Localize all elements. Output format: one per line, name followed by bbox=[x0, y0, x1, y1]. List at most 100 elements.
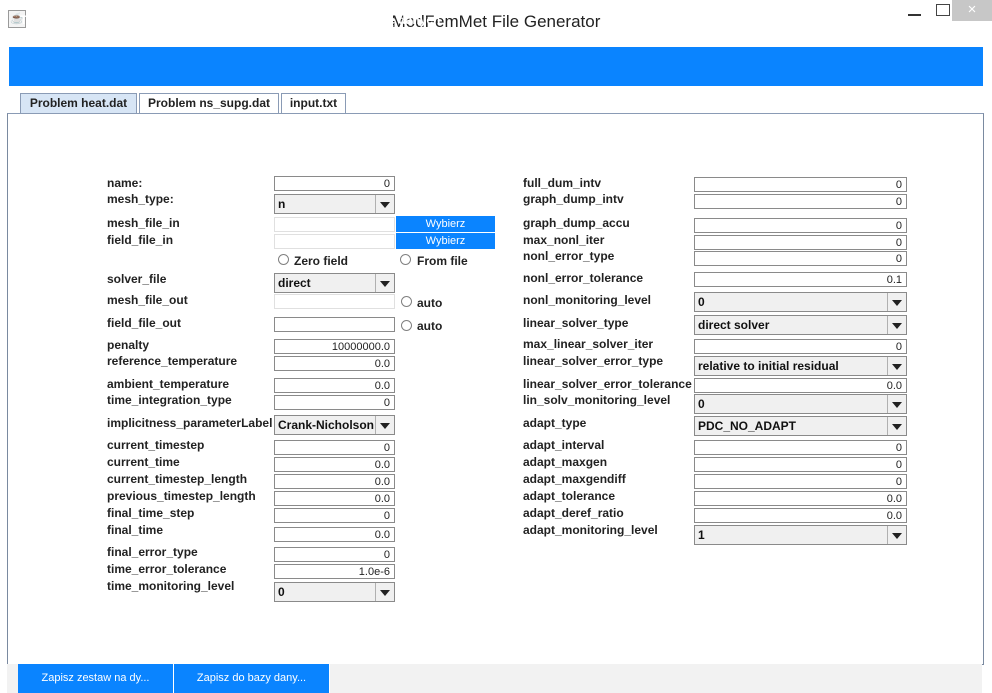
nonl-error-tolerance-label: nonl_error_tolerance bbox=[523, 271, 644, 285]
adapt-type-select[interactable]: PDC_NO_ADAPT bbox=[694, 416, 907, 436]
final-time-step-input[interactable]: 0 bbox=[274, 508, 395, 523]
adapt-deref-ratio-label: adapt_deref_ratio bbox=[523, 506, 624, 520]
mesh-file-out-input[interactable] bbox=[274, 294, 395, 309]
field-file-out-label: field_file_out bbox=[107, 316, 182, 330]
current-timestep-input[interactable]: 0 bbox=[274, 440, 395, 455]
mesh-file-out-auto-radio[interactable] bbox=[401, 296, 412, 307]
current-timestep-length-label: current_timestep_length bbox=[107, 472, 248, 486]
time-integration-type-label: time_integration_type bbox=[107, 393, 232, 407]
time-error-tolerance-label: time_error_tolerance bbox=[107, 562, 227, 576]
max-linear-solver-iter-label: max_linear_solver_iter bbox=[523, 337, 654, 351]
current-timestep-label: current_timestep bbox=[107, 438, 205, 452]
adapt-tolerance-input[interactable]: 0.0 bbox=[694, 491, 907, 506]
adapt-maxgendiff-input[interactable]: 0 bbox=[694, 474, 907, 489]
current-timestep-length-input[interactable]: 0.0 bbox=[274, 474, 395, 489]
chevron-down-icon bbox=[887, 395, 906, 413]
time-monitoring-level-select[interactable]: 0 bbox=[274, 582, 395, 602]
penalty-input[interactable]: 10000000.0 bbox=[274, 339, 395, 354]
max-nonl-iter-input[interactable]: 0 bbox=[694, 235, 907, 250]
nonl-error-type-input[interactable]: 0 bbox=[694, 251, 907, 266]
nonl-monitoring-level-select[interactable]: 0 bbox=[694, 292, 907, 312]
field-file-in-pick-button[interactable]: Wybierz bbox=[396, 233, 495, 249]
full-dum-intv-label: full_dum_intv bbox=[523, 176, 602, 190]
time-error-tolerance-input[interactable]: 1.0e-6 bbox=[274, 564, 395, 579]
field-file-out-input[interactable] bbox=[274, 317, 395, 332]
time-monitoring-level-value: 0 bbox=[278, 585, 285, 599]
name-label: name: bbox=[107, 176, 143, 190]
chevron-down-icon bbox=[375, 274, 394, 292]
previous-timestep-length-input[interactable]: 0.0 bbox=[274, 491, 395, 506]
mesh-file-in-input[interactable] bbox=[274, 217, 395, 232]
linear-solver-error-type-select[interactable]: relative to initial residual bbox=[694, 356, 907, 376]
chevron-down-icon bbox=[375, 583, 394, 601]
penalty-label: penalty bbox=[107, 338, 150, 352]
adapt-maxgen-label: adapt_maxgen bbox=[523, 455, 608, 469]
tab-input-txt[interactable]: input.txt bbox=[281, 93, 346, 113]
adapt-monitoring-level-value: 1 bbox=[698, 528, 705, 542]
menu-help[interactable]: Pomoc bbox=[816, 13, 856, 27]
nonl-monitoring-level-label: nonl_monitoring_level bbox=[523, 293, 652, 307]
graph-dump-intv-input[interactable]: 0 bbox=[694, 194, 907, 209]
reference-temperature-input[interactable]: 0.0 bbox=[274, 356, 395, 371]
implicitness-parameter-label: implicitness_parameterLabel bbox=[107, 416, 273, 430]
menu-browse-database[interactable]: Przeglądaj bazę danych bbox=[305, 13, 440, 27]
graph-dump-intv-label: graph_dump_intv bbox=[523, 192, 624, 206]
from-file-radio[interactable] bbox=[400, 254, 411, 265]
ambient-temperature-input[interactable]: 0.0 bbox=[274, 378, 395, 393]
nonl-error-tolerance-input[interactable]: 0.1 bbox=[694, 272, 907, 287]
solver-file-label: solver_file bbox=[107, 272, 167, 286]
previous-timestep-length-label: previous_timestep_length bbox=[107, 489, 256, 503]
full-dum-intv-input[interactable]: 0 bbox=[694, 177, 907, 192]
mesh-type-select[interactable]: n bbox=[274, 194, 395, 214]
nonl-error-type-label: nonl_error_type bbox=[523, 249, 615, 263]
tab-problem-ns-supg[interactable]: Problem ns_supg.dat bbox=[139, 93, 279, 113]
solver-file-value: direct bbox=[278, 276, 311, 290]
max-linear-solver-iter-input[interactable]: 0 bbox=[694, 339, 907, 354]
final-error-type-input[interactable]: 0 bbox=[274, 547, 395, 562]
current-time-input[interactable]: 0.0 bbox=[274, 457, 395, 472]
solver-file-select[interactable]: direct bbox=[274, 273, 395, 293]
final-time-label: final_time bbox=[107, 523, 164, 537]
chevron-down-icon bbox=[375, 416, 394, 434]
adapt-deref-ratio-input[interactable]: 0.0 bbox=[694, 508, 907, 523]
field-file-out-auto-label: auto bbox=[417, 319, 443, 333]
field-file-in-input[interactable] bbox=[274, 234, 395, 249]
mesh-file-in-pick-button[interactable]: Wybierz bbox=[396, 216, 495, 232]
final-time-input[interactable]: 0.0 bbox=[274, 527, 395, 542]
save-to-disk-button[interactable]: Zapisz zestaw na dy... bbox=[18, 664, 174, 693]
linear-solver-error-type-value: relative to initial residual bbox=[698, 359, 839, 373]
graph-dump-accu-input[interactable]: 0 bbox=[694, 218, 907, 233]
field-file-in-label: field_file_in bbox=[107, 233, 174, 247]
adapt-maxgen-input[interactable]: 0 bbox=[694, 457, 907, 472]
mesh-file-out-label: mesh_file_out bbox=[107, 293, 188, 307]
time-integration-type-input[interactable]: 0 bbox=[274, 395, 395, 410]
close-button[interactable]: × bbox=[952, 0, 992, 21]
chevron-down-icon bbox=[887, 526, 906, 544]
field-file-out-auto-radio[interactable] bbox=[401, 320, 412, 331]
adapt-maxgendiff-label: adapt_maxgendiff bbox=[523, 472, 626, 486]
minimize-button[interactable] bbox=[902, 0, 928, 22]
lin-solv-monitoring-level-select[interactable]: 0 bbox=[694, 394, 907, 414]
linear-solver-type-select[interactable]: direct solver bbox=[694, 315, 907, 335]
time-monitoring-level-label: time_monitoring_level bbox=[107, 579, 235, 593]
from-file-label: From file bbox=[417, 254, 468, 268]
chevron-down-icon bbox=[375, 195, 394, 213]
implicitness-value: Crank-Nicholson bbox=[278, 418, 375, 432]
menu-new-set[interactable]: Twórz nowy zestaw... bbox=[20, 13, 140, 27]
adapt-interval-input[interactable]: 0 bbox=[694, 440, 907, 455]
linear-solver-error-tolerance-input[interactable]: 0.0 bbox=[694, 378, 907, 393]
menu-bar bbox=[9, 47, 983, 86]
chevron-down-icon bbox=[887, 293, 906, 311]
graph-dump-accu-label: graph_dump_accu bbox=[523, 216, 630, 230]
final-time-step-label: final_time_step bbox=[107, 506, 195, 520]
linear-solver-error-tolerance-label: linear_solver_error_tolerance bbox=[523, 377, 692, 391]
zero-field-label: Zero field bbox=[294, 254, 349, 268]
mesh-type-value: n bbox=[278, 197, 286, 211]
save-to-database-button[interactable]: Zapisz do bazy dany... bbox=[174, 664, 330, 693]
adapt-monitoring-level-select[interactable]: 1 bbox=[694, 525, 907, 545]
zero-field-radio[interactable] bbox=[278, 254, 289, 265]
tab-problem-heat[interactable]: Problem heat.dat bbox=[20, 93, 137, 113]
implicitness-select[interactable]: Crank-Nicholson bbox=[274, 415, 395, 435]
linear-solver-error-type-label: linear_solver_error_type bbox=[523, 354, 664, 368]
name-input[interactable]: 0 bbox=[274, 176, 395, 191]
